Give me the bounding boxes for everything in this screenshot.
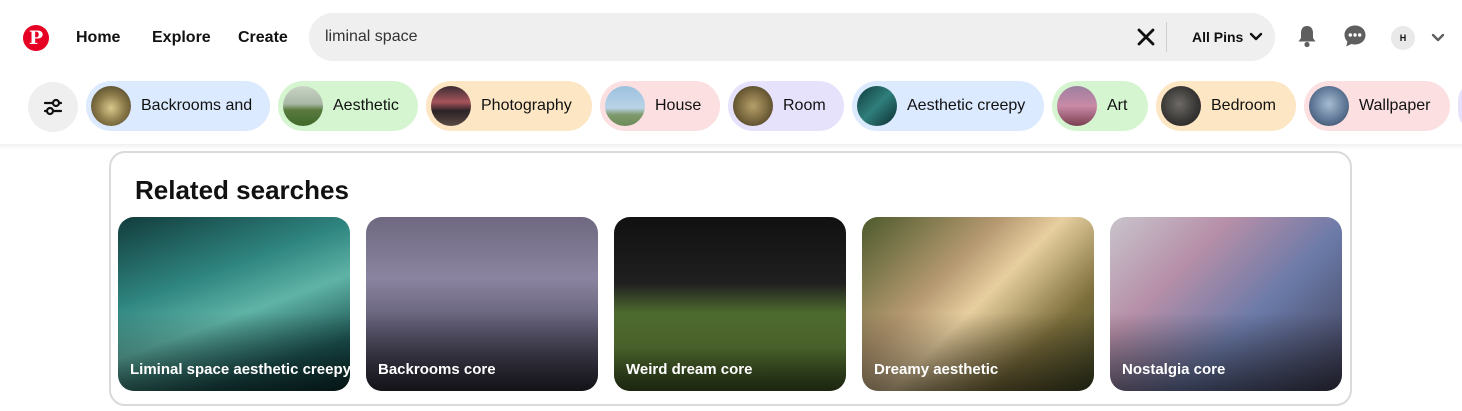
chip-art[interactable]: Art bbox=[1052, 81, 1148, 131]
related-searches-panel: Related searches Liminal space aesthetic… bbox=[109, 151, 1352, 406]
filter-chip-row: Backrooms and Aesthetic Photography Hous… bbox=[0, 80, 1462, 132]
related-card-label: Nostalgia core bbox=[1122, 361, 1226, 378]
related-card-backrooms-core[interactable]: Backrooms core bbox=[366, 217, 598, 391]
bell-icon[interactable] bbox=[1294, 23, 1320, 49]
chip-label: House bbox=[655, 97, 702, 114]
search-input[interactable] bbox=[325, 13, 1105, 61]
related-card-label: Weird dream core bbox=[626, 361, 753, 378]
filters-button[interactable] bbox=[28, 82, 78, 132]
chip-thumbnail bbox=[1161, 86, 1201, 126]
chevron-down-icon bbox=[1250, 32, 1263, 41]
chip-thumbnail bbox=[733, 86, 773, 126]
related-card-dreamy-aesthetic[interactable]: Dreamy aesthetic bbox=[862, 217, 1094, 391]
chip-room[interactable]: Room bbox=[728, 81, 844, 131]
chip-label: Backrooms and bbox=[141, 97, 253, 114]
chip-thumbnail bbox=[431, 86, 471, 126]
close-icon[interactable] bbox=[1135, 26, 1157, 48]
header-shadow bbox=[0, 144, 1462, 150]
chat-icon[interactable] bbox=[1342, 23, 1368, 49]
chip-overflow[interactable] bbox=[1458, 81, 1462, 131]
search-divider bbox=[1166, 22, 1167, 52]
all-pins-dropdown[interactable]: All Pins bbox=[1192, 13, 1263, 61]
logo-letter: P bbox=[28, 27, 44, 49]
chip-photography[interactable]: Photography bbox=[426, 81, 592, 131]
chip-thumbnail bbox=[1057, 86, 1097, 126]
chip-thumbnail bbox=[91, 86, 131, 126]
chip-label: Art bbox=[1107, 97, 1128, 114]
chip-aesthetic[interactable]: Aesthetic bbox=[278, 81, 418, 131]
nav-create-link[interactable]: Create bbox=[238, 29, 288, 47]
chip-label: Aesthetic creepy bbox=[907, 97, 1026, 114]
chip-bedroom[interactable]: Bedroom bbox=[1156, 81, 1296, 131]
avatar-initial: H bbox=[1399, 33, 1407, 43]
chip-house[interactable]: House bbox=[600, 81, 720, 131]
chip-thumbnail bbox=[283, 86, 323, 126]
related-card-label: Backrooms core bbox=[378, 361, 496, 378]
avatar[interactable]: H bbox=[1391, 26, 1415, 50]
chip-thumbnail bbox=[605, 86, 645, 126]
chip-label: Bedroom bbox=[1211, 97, 1276, 114]
related-card-weird-dream-core[interactable]: Weird dream core bbox=[614, 217, 846, 391]
chip-aesthetic-creepy[interactable]: Aesthetic creepy bbox=[852, 81, 1044, 131]
related-searches-title: Related searches bbox=[135, 175, 349, 205]
chip-label: Aesthetic bbox=[333, 97, 399, 114]
related-card-liminal-space-aesthetic-creepy[interactable]: Liminal space aesthetic creepy bbox=[118, 217, 350, 391]
sliders-icon bbox=[43, 98, 63, 116]
related-card-label: Dreamy aesthetic bbox=[874, 361, 999, 378]
nav-home-link[interactable]: Home bbox=[76, 29, 120, 47]
search-bar: All Pins bbox=[309, 13, 1275, 61]
chip-backrooms[interactable]: Backrooms and bbox=[86, 81, 270, 131]
top-navigation-bar: P Home Explore Create All Pins H bbox=[0, 0, 1462, 76]
chip-label: Photography bbox=[481, 97, 572, 114]
related-card-nostalgia-core[interactable]: Nostalgia core bbox=[1110, 217, 1342, 391]
chevron-down-icon[interactable] bbox=[1430, 31, 1446, 45]
chip-thumbnail bbox=[1309, 86, 1349, 126]
chip-wallpaper[interactable]: Wallpaper bbox=[1304, 81, 1450, 131]
all-pins-label: All Pins bbox=[1192, 29, 1244, 45]
chip-label: Room bbox=[783, 97, 826, 114]
chip-thumbnail bbox=[857, 86, 897, 126]
nav-explore-link[interactable]: Explore bbox=[152, 29, 211, 47]
chip-label: Wallpaper bbox=[1359, 97, 1431, 114]
pinterest-logo-icon[interactable]: P bbox=[23, 25, 49, 51]
related-card-label: Liminal space aesthetic creepy bbox=[130, 361, 350, 378]
